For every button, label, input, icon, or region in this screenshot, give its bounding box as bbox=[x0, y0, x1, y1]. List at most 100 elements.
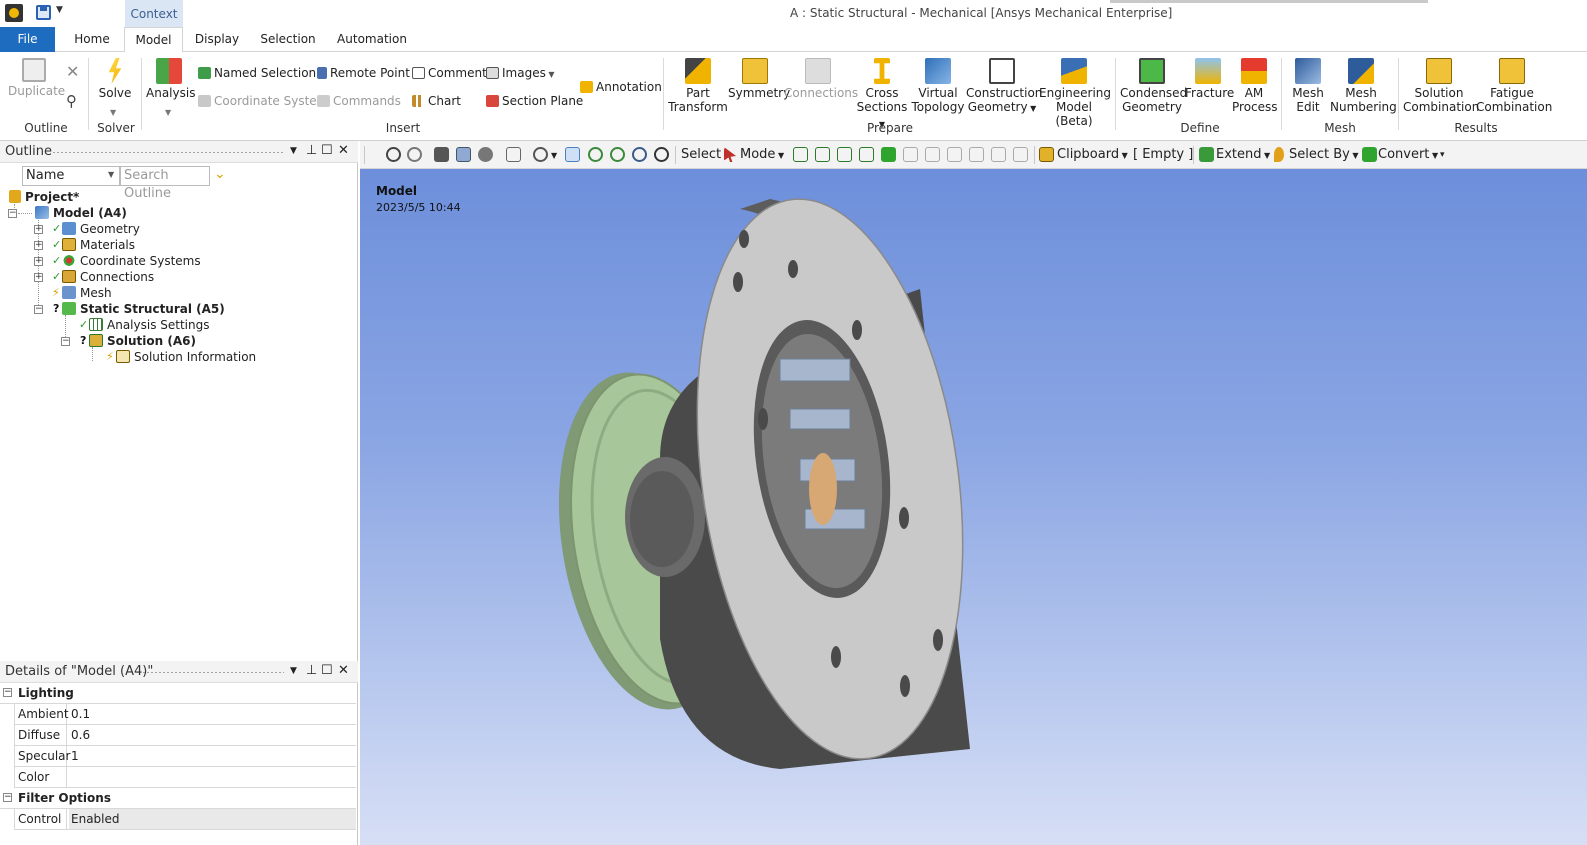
collapse-icon[interactable]: − bbox=[34, 305, 43, 314]
part-transform-button[interactable]: Part Transform bbox=[668, 58, 728, 114]
select-face-icon[interactable] bbox=[837, 147, 852, 162]
rotate-dropdown-icon[interactable]: ▼ bbox=[551, 151, 557, 160]
details-row-control[interactable]: Control Enabled bbox=[14, 809, 356, 830]
expand-icon[interactable]: + bbox=[34, 273, 43, 282]
tree-item-coordinate-systems[interactable]: Coordinate Systems bbox=[62, 253, 201, 269]
extend-dropdown[interactable]: Extend ▼ bbox=[1216, 147, 1270, 162]
maximize-icon[interactable]: ☐ bbox=[321, 143, 333, 158]
pan-icon[interactable] bbox=[565, 147, 580, 162]
mesh-numbering-button[interactable]: Mesh Numbering bbox=[1330, 58, 1397, 114]
commands-button[interactable]: Commands bbox=[317, 93, 401, 109]
am-process-button[interactable]: AM Process bbox=[1232, 58, 1278, 114]
mode-dropdown[interactable]: Mode ▼ bbox=[740, 147, 784, 162]
details-category-filter-options[interactable]: − Filter Options bbox=[0, 788, 356, 809]
extend-icon[interactable] bbox=[1199, 147, 1214, 162]
expand-icon[interactable]: + bbox=[34, 241, 43, 250]
symmetry-button[interactable]: Symmetry bbox=[728, 58, 790, 100]
duplicate-button[interactable]: Duplicate bbox=[8, 58, 65, 98]
zoom-in-icon[interactable] bbox=[386, 147, 401, 162]
search-options-chevron-icon[interactable]: ⌄ bbox=[214, 166, 226, 182]
tree-item-model[interactable]: Model (A4) bbox=[35, 205, 127, 221]
zoom-icon[interactable] bbox=[588, 147, 603, 162]
clipboard-dropdown[interactable]: Clipboard ▼ bbox=[1057, 147, 1128, 162]
select-element-icon[interactable] bbox=[925, 147, 940, 162]
collapse-icon[interactable]: − bbox=[8, 209, 17, 218]
mesh-edit-button[interactable]: Mesh Edit bbox=[1287, 58, 1329, 114]
details-row-diffuse[interactable]: Diffuse 0.6 bbox=[14, 725, 356, 746]
tab-file[interactable]: File bbox=[0, 27, 55, 52]
section-plane-button[interactable]: Section Plane bbox=[486, 93, 583, 109]
model-3d-render[interactable] bbox=[360, 169, 1587, 845]
images-button[interactable]: Images ▼ bbox=[486, 65, 555, 83]
panel-menu-icon[interactable]: ▼ bbox=[290, 146, 297, 156]
magnifier-icon[interactable] bbox=[632, 147, 647, 162]
maximize-icon[interactable]: ☐ bbox=[321, 663, 333, 678]
select-by-pin-icon[interactable] bbox=[1274, 147, 1284, 162]
select-body-icon[interactable] bbox=[859, 147, 874, 162]
tree-item-project[interactable]: Project* bbox=[9, 189, 79, 205]
property-value[interactable]: Enabled bbox=[69, 809, 356, 829]
engineering-model-button[interactable]: Engineering Model (Beta) bbox=[1039, 58, 1111, 128]
shaded-edges-icon[interactable] bbox=[456, 147, 471, 162]
details-category-lighting[interactable]: − Lighting bbox=[0, 683, 356, 704]
fracture-button[interactable]: Fracture bbox=[1185, 58, 1234, 100]
virtual-topology-button[interactable]: Virtual Topology bbox=[911, 58, 965, 114]
comment-button[interactable]: Comment bbox=[412, 65, 487, 81]
tab-model[interactable]: Model bbox=[124, 27, 183, 53]
details-row-color[interactable]: Color bbox=[14, 767, 356, 788]
tree-item-mesh[interactable]: Mesh bbox=[62, 285, 112, 301]
property-value[interactable]: 0.6 bbox=[69, 725, 356, 745]
tree-item-geometry[interactable]: Geometry bbox=[62, 221, 140, 237]
annotation-button[interactable]: Annotation bbox=[580, 79, 662, 95]
tree-item-static-structural[interactable]: Static Structural (A5) bbox=[62, 301, 225, 317]
named-selection-button[interactable]: Named Selection bbox=[198, 65, 316, 81]
zoom-out-icon[interactable] bbox=[407, 147, 422, 162]
select-mesh-icon[interactable] bbox=[947, 147, 962, 162]
details-row-specular[interactable]: Specular 1 bbox=[14, 746, 356, 767]
xyz-icon[interactable] bbox=[969, 147, 984, 162]
close-icon[interactable]: ✕ bbox=[338, 143, 349, 158]
close-icon[interactable]: ✕ bbox=[338, 663, 349, 678]
outline-filter-select[interactable]: Name bbox=[22, 166, 120, 186]
box-zoom-icon[interactable] bbox=[506, 147, 521, 162]
find-icon[interactable]: ⚲ bbox=[66, 92, 77, 110]
zoom-to-fit-icon[interactable] bbox=[610, 147, 625, 162]
fatigue-combination-button[interactable]: Fatigue Combination bbox=[1476, 58, 1552, 114]
tree-item-materials[interactable]: Materials bbox=[62, 237, 135, 253]
details-row-ambient[interactable]: Ambient 0.1 bbox=[14, 704, 356, 725]
toolbar-overflow-icon[interactable]: ▾ bbox=[1440, 150, 1445, 160]
tab-display[interactable]: Display bbox=[186, 27, 248, 52]
select-element-face-icon[interactable] bbox=[903, 147, 918, 162]
tab-automation[interactable]: Automation bbox=[332, 27, 412, 52]
collapse-icon[interactable]: − bbox=[3, 688, 12, 697]
cursor-mode-icon[interactable] bbox=[724, 147, 736, 162]
pin-icon[interactable]: ⊥ bbox=[306, 663, 317, 678]
outline-search-input[interactable]: Search Outline bbox=[120, 166, 210, 201]
panel-menu-icon[interactable]: ▼ bbox=[290, 666, 297, 676]
tree-item-analysis-settings[interactable]: Analysis Settings bbox=[89, 317, 209, 333]
solution-combination-button[interactable]: Solution Combination bbox=[1403, 58, 1479, 114]
fit-view-icon[interactable] bbox=[654, 147, 669, 162]
tree-item-connections[interactable]: Connections bbox=[62, 269, 154, 285]
select-edge-icon[interactable] bbox=[815, 147, 830, 162]
shaded-icon[interactable] bbox=[434, 147, 449, 162]
property-value[interactable]: 0.1 bbox=[69, 704, 356, 724]
coordinate-system-button[interactable]: Coordinate System bbox=[198, 93, 328, 109]
remote-point-button[interactable]: Remote Point bbox=[317, 65, 410, 81]
tree-item-solution-information[interactable]: Solution Information bbox=[116, 349, 256, 365]
clipboard-icon[interactable] bbox=[1039, 147, 1054, 162]
select-vertex-icon[interactable] bbox=[793, 147, 808, 162]
solve-dropdown-icon[interactable]: ▼ bbox=[110, 108, 116, 117]
tree-item-solution[interactable]: Solution (A6) bbox=[89, 333, 196, 349]
select-label[interactable]: Select bbox=[681, 147, 721, 162]
panel-grip[interactable] bbox=[142, 671, 284, 674]
quick-access-dropdown-icon[interactable]: ▼ bbox=[56, 5, 63, 15]
label-icon[interactable] bbox=[1013, 147, 1028, 162]
expand-icon[interactable]: + bbox=[34, 225, 43, 234]
delete-icon[interactable]: ✕ bbox=[66, 62, 79, 81]
rotate-icon[interactable] bbox=[533, 147, 548, 162]
construction-geometry-button[interactable]: Construction Geometry ▼ bbox=[966, 58, 1042, 116]
condensed-geometry-button[interactable]: Condensed Geometry bbox=[1120, 58, 1187, 114]
convert-icon[interactable] bbox=[1362, 147, 1377, 162]
wireframe-icon[interactable] bbox=[478, 147, 493, 162]
